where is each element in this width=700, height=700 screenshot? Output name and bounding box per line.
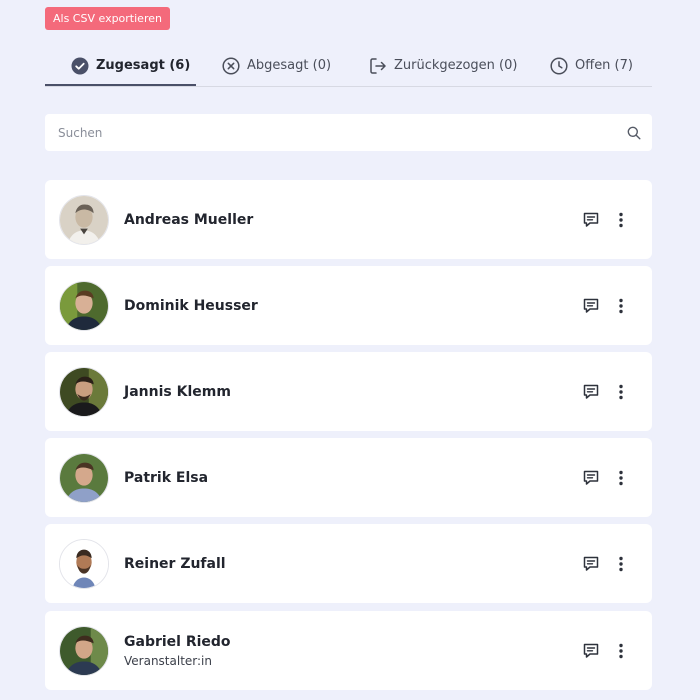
avatar (59, 452, 109, 503)
search-input[interactable] (56, 124, 627, 141)
message-icon[interactable] (582, 297, 600, 315)
attendee-card: Andreas Mueller (45, 180, 652, 259)
avatar (59, 366, 109, 417)
more-options-icon[interactable] (612, 555, 630, 573)
attendee-card: Dominik Heusser (45, 266, 652, 345)
tab-abgesagt[interactable]: Abgesagt (0) (222, 46, 331, 85)
avatar (59, 280, 109, 331)
more-options-icon[interactable] (612, 383, 630, 401)
attendee-role: Veranstalter:in (124, 653, 212, 668)
attendee-card: Patrik Elsa (45, 438, 652, 517)
attendee-card: Gabriel Riedo Veranstalter:in (45, 611, 652, 690)
attendee-name: Andreas Mueller (124, 211, 254, 228)
attendee-name: Reiner Zufall (124, 555, 226, 572)
tab-label: Abgesagt (0) (247, 58, 332, 73)
avatar (59, 538, 109, 589)
more-options-icon[interactable] (612, 211, 630, 229)
more-options-icon[interactable] (612, 469, 630, 487)
search-icon[interactable] (627, 126, 641, 140)
more-options-icon[interactable] (612, 642, 630, 660)
tab-zurueckgezogen[interactable]: Zurückgezogen (0) (369, 46, 517, 85)
tab-zugesagt[interactable]: Zugesagt (6) (71, 46, 190, 85)
x-circle-icon (222, 56, 240, 75)
clock-icon (550, 56, 568, 75)
message-icon[interactable] (582, 383, 600, 401)
message-icon[interactable] (582, 642, 600, 660)
attendee-card: Jannis Klemm (45, 352, 652, 431)
attendee-card: Reiner Zufall (45, 524, 652, 603)
attendee-name: Jannis Klemm (124, 383, 231, 400)
more-options-icon[interactable] (612, 297, 630, 315)
search-bar (45, 114, 652, 151)
tab-offen[interactable]: Offen (7) (550, 46, 633, 85)
tab-bar: Zugesagt (6) Abgesagt (0) Zurückgezogen … (45, 46, 652, 87)
avatar (59, 194, 109, 245)
message-icon[interactable] (582, 469, 600, 487)
attendee-name: Dominik Heusser (124, 297, 258, 314)
active-tab-indicator (45, 84, 196, 86)
attendee-name: Gabriel Riedo (124, 633, 231, 650)
tab-label: Zurückgezogen (0) (394, 58, 518, 73)
export-csv-button[interactable]: Als CSV exportieren (45, 7, 170, 30)
message-icon[interactable] (582, 555, 600, 573)
avatar (59, 625, 109, 676)
check-circle-icon (71, 57, 89, 75)
attendee-name: Patrik Elsa (124, 469, 209, 486)
tab-label: Offen (7) (575, 58, 633, 73)
message-icon[interactable] (582, 211, 600, 229)
tab-label: Zugesagt (6) (96, 58, 191, 73)
sign-out-icon (369, 57, 387, 75)
